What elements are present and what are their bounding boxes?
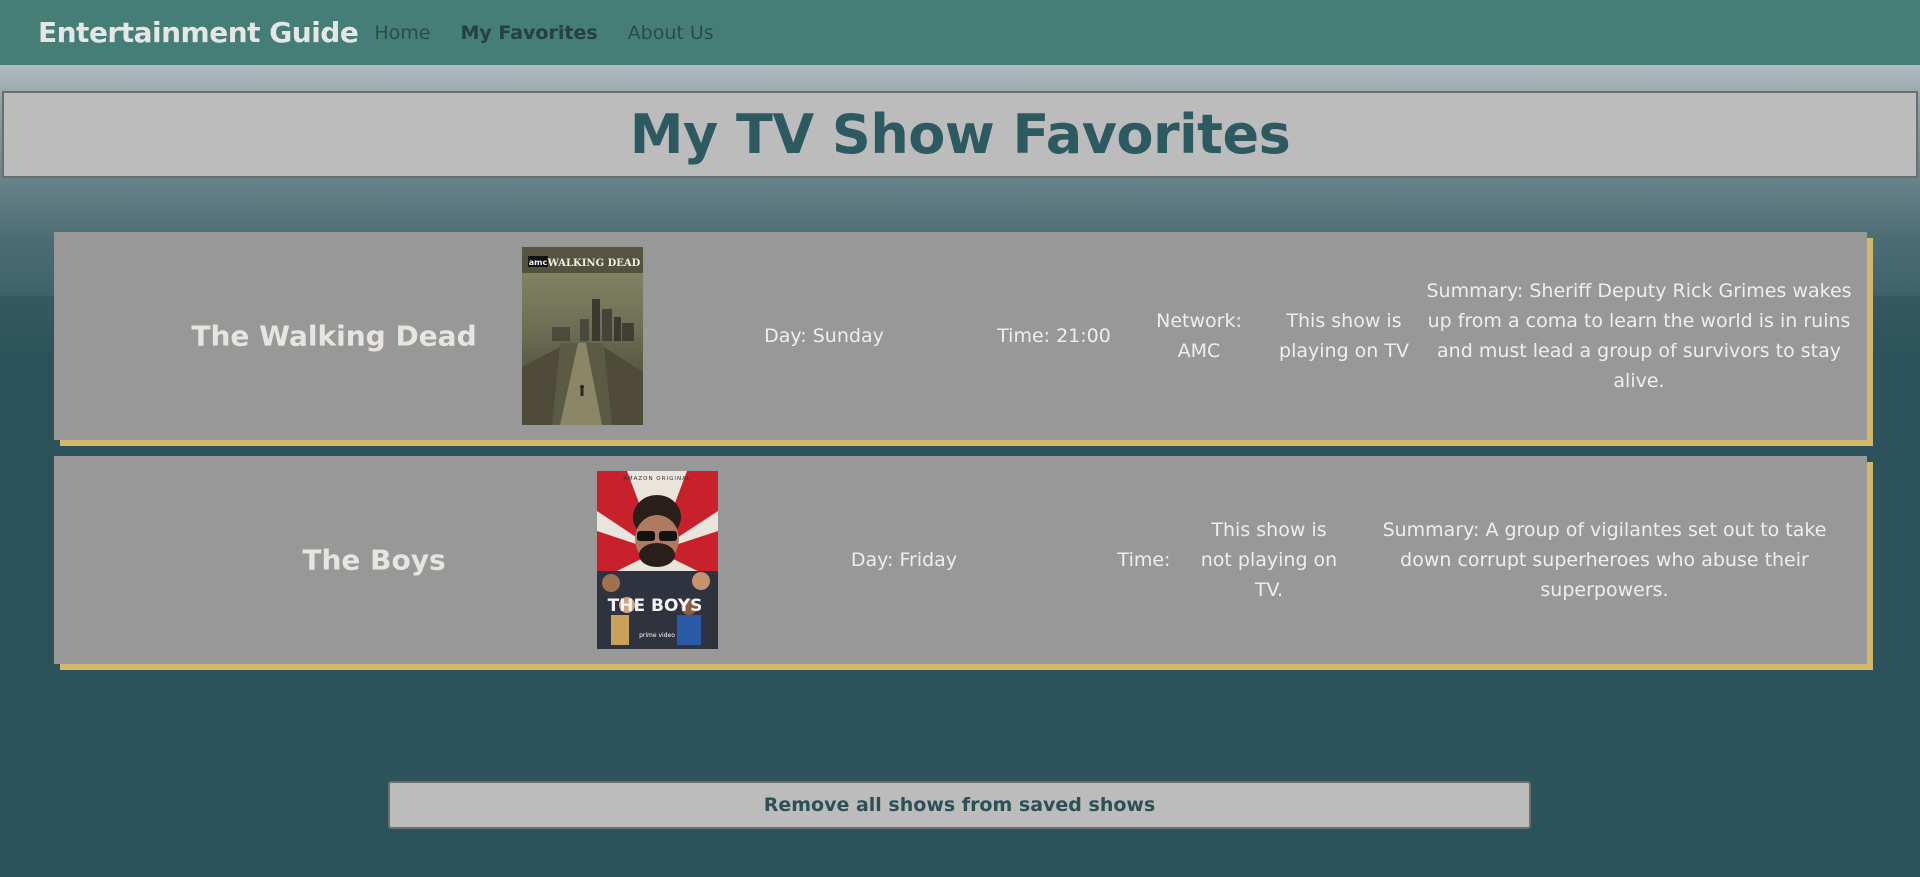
show-status: This show is not playing on TV.: [1200, 519, 1338, 601]
show-title: The Boys: [302, 543, 446, 577]
page-title-banner: My TV Show Favorites: [2, 91, 1918, 178]
remove-all-shows-button[interactable]: Remove all shows from saved shows: [388, 781, 1531, 829]
brand-logo[interactable]: Entertainment Guide: [38, 16, 359, 49]
show-card-walking-dead: The Walking Dead amc WALKING DEAD Day: S…: [54, 232, 1867, 440]
page-title: My TV Show Favorites: [629, 103, 1291, 166]
svg-text:AMAZON ORIGINAL: AMAZON ORIGINAL: [623, 476, 691, 482]
nav-link-home[interactable]: Home: [374, 22, 430, 44]
nav-link-about-us[interactable]: About Us: [628, 22, 714, 44]
svg-text:amc: amc: [529, 258, 548, 267]
top-navbar: Entertainment Guide Home My Favorites Ab…: [0, 0, 1920, 65]
show-day: Day: Sunday: [764, 325, 884, 347]
show-summary: Summary: A group of vigilantes set out t…: [1382, 519, 1827, 601]
walking-dead-poster-icon[interactable]: amc WALKING DEAD: [522, 247, 643, 425]
show-status: This show is playing on TV: [1279, 310, 1409, 362]
show-card-the-boys: The Boys AMAZON ORIGINAL THE BOYS prime …: [54, 456, 1867, 664]
show-summary: Summary: Sheriff Deputy Rick Grimes wake…: [1426, 280, 1852, 392]
show-title: The Walking Dead: [191, 319, 477, 353]
nav-link-my-favorites[interactable]: My Favorites: [460, 22, 597, 44]
show-network: Network: AMC: [1156, 310, 1242, 362]
the-boys-poster-icon[interactable]: AMAZON ORIGINAL THE BOYS prime video: [597, 471, 718, 649]
svg-text:THE BOYS: THE BOYS: [608, 596, 703, 616]
svg-text:prime video: prime video: [639, 632, 675, 639]
show-time: Time:: [1117, 549, 1171, 571]
show-time: Time: 21:00: [997, 325, 1111, 347]
svg-text:WALKING DEAD: WALKING DEAD: [547, 258, 641, 269]
show-day: Day: Friday: [850, 549, 958, 571]
